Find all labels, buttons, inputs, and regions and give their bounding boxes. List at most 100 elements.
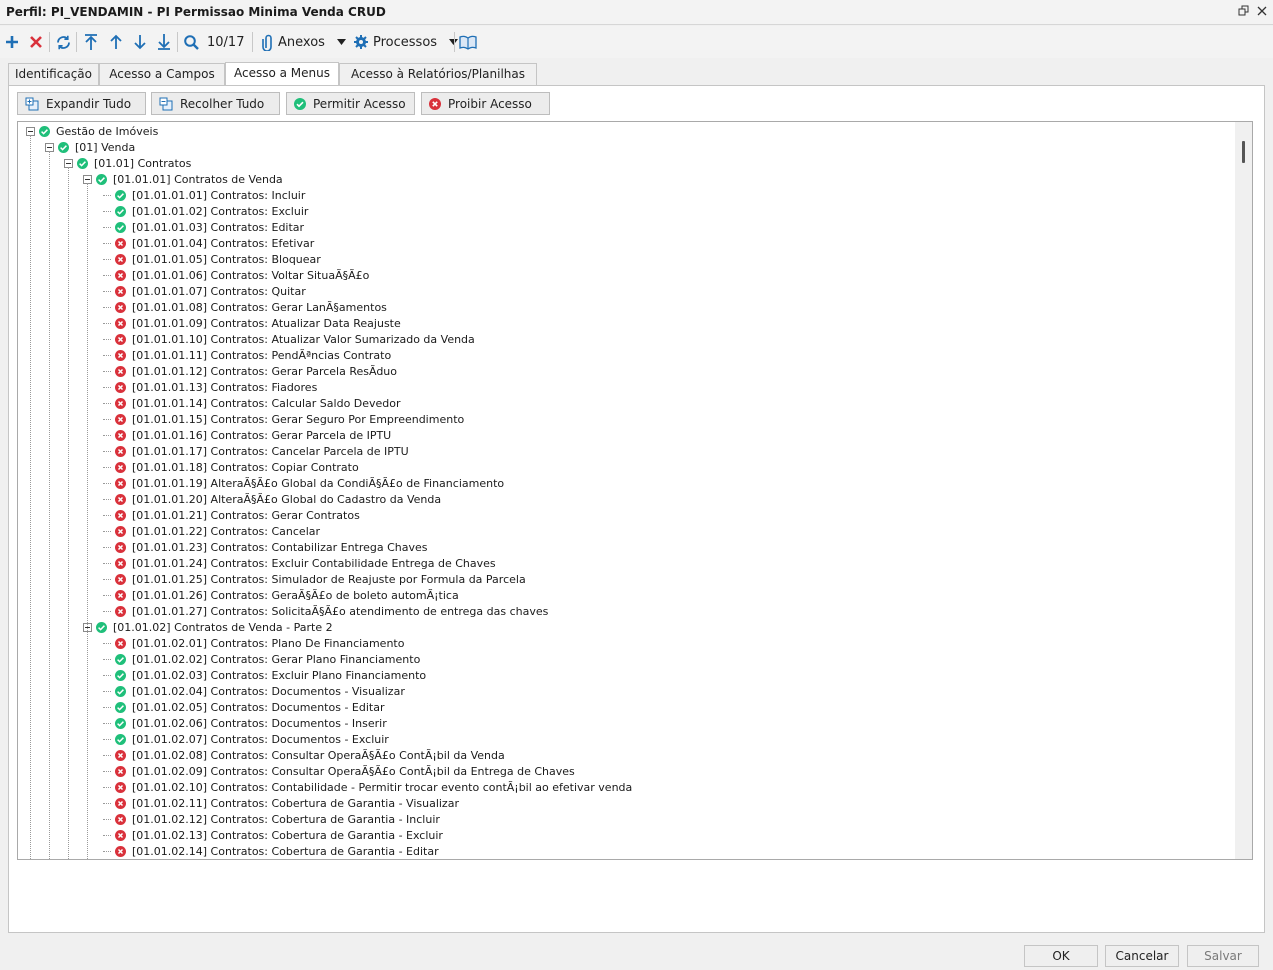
allowed-check-icon[interactable]	[115, 685, 126, 697]
allowed-check-icon[interactable]	[115, 701, 126, 713]
allowed-check-icon[interactable]	[115, 221, 126, 233]
denied-x-icon[interactable]	[115, 813, 126, 825]
denied-x-icon[interactable]	[115, 797, 126, 809]
tree-item[interactable]: [01.01.02.13] Contratos: Cobertura de Ga…	[103, 827, 443, 843]
tree-item[interactable]: [01.01.01.10] Contratos: Atualizar Valor…	[103, 331, 475, 347]
denied-x-icon[interactable]	[115, 269, 126, 281]
tree-item[interactable]: [01.01.02.08] Contratos: Consultar Opera…	[103, 747, 505, 763]
allowed-check-icon[interactable]	[115, 189, 126, 201]
denied-x-icon[interactable]	[115, 301, 126, 313]
tree-item[interactable]: [01.01.01.05] Contratos: Bloquear	[103, 251, 321, 267]
allowed-check-icon[interactable]	[96, 173, 107, 185]
denied-x-icon[interactable]	[115, 589, 126, 601]
tab-identificacao[interactable]: Identificação	[8, 63, 99, 85]
processes-dropdown[interactable]: Processos	[353, 31, 459, 53]
attachments-dropdown[interactable]: Anexos	[262, 31, 346, 53]
tree-item[interactable]: [01.01.02.02] Contratos: Gerar Plano Fin…	[103, 651, 420, 667]
denied-x-icon[interactable]	[115, 365, 126, 377]
tree-group-node[interactable]: [01] Venda	[45, 139, 135, 155]
tree-item[interactable]: [01.01.01.25] Contratos: Simulador de Re…	[103, 571, 526, 587]
tree-group-node[interactable]: Gestão de Imóveis	[26, 123, 158, 139]
tree-item[interactable]: [01.01.01.07] Contratos: Quitar	[103, 283, 306, 299]
denied-x-icon[interactable]	[115, 333, 126, 345]
tree-item[interactable]: [01.01.01.04] Contratos: Efetivar	[103, 235, 314, 251]
tree-item[interactable]: [01.01.01.19] AlteraÃ§Ã£o Global da Cond…	[103, 475, 504, 491]
first-record-button[interactable]	[83, 31, 99, 53]
tree-item[interactable]: [01.01.01.08] Contratos: Gerar LanÃ§amen…	[103, 299, 387, 315]
denied-x-icon[interactable]	[115, 781, 126, 793]
tree-item[interactable]: [01.01.02.11] Contratos: Cobertura de Ga…	[103, 795, 459, 811]
denied-x-icon[interactable]	[115, 413, 126, 425]
tree-item[interactable]: [01.01.02.07] Contratos: Documentos - Ex…	[103, 731, 389, 747]
tree-item[interactable]: [01.01.02.09] Contratos: Consultar Opera…	[103, 763, 575, 779]
denied-x-icon[interactable]	[115, 429, 126, 441]
tree-item[interactable]: [01.01.02.06] Contratos: Documentos - In…	[103, 715, 387, 731]
tree-item[interactable]: [01.01.01.26] Contratos: GeraÃ§Ã£o de bo…	[103, 587, 459, 603]
denied-x-icon[interactable]	[115, 573, 126, 585]
tree-item[interactable]: [01.01.01.24] Contratos: Excluir Contabi…	[103, 555, 496, 571]
denied-x-icon[interactable]	[115, 749, 126, 761]
close-window-icon[interactable]	[1256, 5, 1268, 17]
denied-x-icon[interactable]	[115, 477, 126, 489]
delete-button[interactable]	[28, 31, 44, 53]
previous-record-button[interactable]	[108, 31, 124, 53]
denied-x-icon[interactable]	[115, 349, 126, 361]
last-record-button[interactable]	[156, 31, 172, 53]
denied-x-icon[interactable]	[115, 237, 126, 249]
allowed-check-icon[interactable]	[39, 125, 50, 137]
tree-item[interactable]: [01.01.01.01] Contratos: Incluir	[103, 187, 305, 203]
tree-item[interactable]: [01.01.01.06] Contratos: Voltar SituaÃ§Ã…	[103, 267, 369, 283]
tree-item[interactable]: [01.01.02.05] Contratos: Documentos - Ed…	[103, 699, 384, 715]
denied-x-icon[interactable]	[115, 605, 126, 617]
scrollbar-thumb[interactable]	[1242, 141, 1245, 163]
allowed-check-icon[interactable]	[115, 733, 126, 745]
tab-acesso-campos[interactable]: Acesso a Campos	[99, 63, 225, 85]
tree-group-node[interactable]: [01.01.01] Contratos de Venda	[83, 171, 283, 187]
refresh-button[interactable]	[55, 31, 72, 53]
add-button[interactable]	[4, 31, 20, 53]
tree-group-node[interactable]: [01.01.02] Contratos de Venda - Parte 2	[83, 619, 333, 635]
tree-item[interactable]: [01.01.01.17] Contratos: Cancelar Parcel…	[103, 443, 409, 459]
allowed-check-icon[interactable]	[115, 205, 126, 217]
denied-x-icon[interactable]	[115, 509, 126, 521]
restore-window-icon[interactable]	[1238, 5, 1250, 17]
menu-permissions-tree[interactable]: Gestão de Imóveis [01] Venda [01.01] Contr…	[17, 121, 1253, 860]
tree-item[interactable]: [01.01.02.03] Contratos: Excluir Plano F…	[103, 667, 426, 683]
denied-x-icon[interactable]	[115, 285, 126, 297]
tab-acesso-relatorios[interactable]: Acesso à Relatórios/Planilhas	[339, 63, 537, 85]
allowed-check-icon[interactable]	[58, 141, 69, 153]
next-record-button[interactable]	[132, 31, 148, 53]
denied-x-icon[interactable]	[115, 381, 126, 393]
deny-access-button[interactable]: Proibir Acesso	[421, 92, 550, 115]
cancel-button[interactable]: Cancelar	[1105, 945, 1179, 967]
denied-x-icon[interactable]	[115, 397, 126, 409]
allowed-check-icon[interactable]	[115, 669, 126, 681]
tree-item[interactable]: [01.01.01.14] Contratos: Calcular Saldo …	[103, 395, 401, 411]
tree-item[interactable]: [01.01.02.12] Contratos: Cobertura de Ga…	[103, 811, 440, 827]
denied-x-icon[interactable]	[115, 253, 126, 265]
expand-all-button[interactable]: Expandir Tudo	[17, 92, 146, 115]
tree-item[interactable]: [01.01.01.18] Contratos: Copiar Contrato	[103, 459, 359, 475]
denied-x-icon[interactable]	[115, 829, 126, 841]
tree-item[interactable]: [01.01.02.04] Contratos: Documentos - Vi…	[103, 683, 405, 699]
tree-item[interactable]: [01.01.01.09] Contratos: Atualizar Data …	[103, 315, 401, 331]
save-button[interactable]: Salvar	[1187, 945, 1259, 967]
tree-group-node[interactable]: [01.01] Contratos	[64, 155, 191, 171]
denied-x-icon[interactable]	[115, 317, 126, 329]
denied-x-icon[interactable]	[115, 765, 126, 777]
denied-x-icon[interactable]	[115, 461, 126, 473]
tree-item[interactable]: [01.01.01.13] Contratos: Fiadores	[103, 379, 317, 395]
search-button[interactable]: 10/17	[183, 31, 244, 53]
denied-x-icon[interactable]	[115, 493, 126, 505]
denied-x-icon[interactable]	[115, 637, 126, 649]
tree-item[interactable]: [01.01.01.03] Contratos: Editar	[103, 219, 304, 235]
denied-x-icon[interactable]	[115, 525, 126, 537]
tree-item[interactable]: [01.01.01.12] Contratos: Gerar Parcela R…	[103, 363, 397, 379]
allowed-check-icon[interactable]	[115, 717, 126, 729]
tree-item[interactable]: [01.01.01.16] Contratos: Gerar Parcela d…	[103, 427, 391, 443]
denied-x-icon[interactable]	[115, 445, 126, 457]
allowed-check-icon[interactable]	[115, 653, 126, 665]
tree-item[interactable]: [01.01.01.22] Contratos: Cancelar	[103, 523, 320, 539]
denied-x-icon[interactable]	[115, 845, 126, 857]
help-book-button[interactable]	[459, 31, 477, 53]
